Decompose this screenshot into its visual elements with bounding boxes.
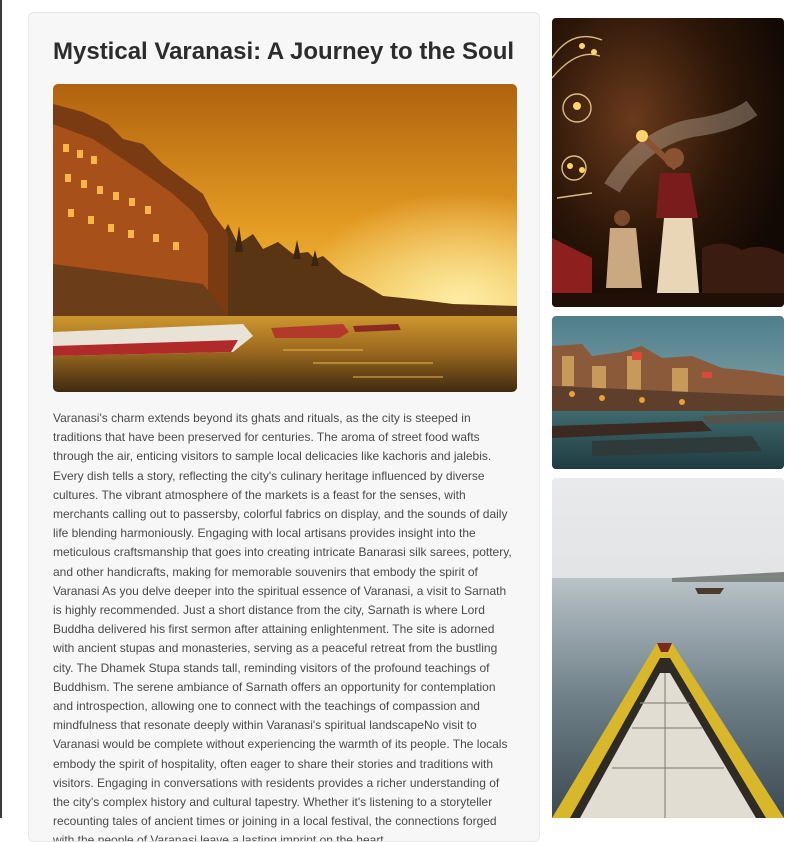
photo-ghats-boats-riverfront (552, 316, 784, 469)
article-title: Mystical Varanasi: A Journey to the Soul (53, 38, 515, 65)
photo-ganga-aarti-ceremony (552, 18, 784, 307)
article-body: Varanasi's charm extends beyond its ghat… (53, 411, 512, 842)
article-card: Mystical Varanasi: A Journey to the Soul (28, 12, 540, 842)
photo-boat-on-ganges (552, 478, 784, 818)
left-edge-divider (0, 0, 2, 818)
hero-image-ghats-sunset (53, 84, 517, 392)
